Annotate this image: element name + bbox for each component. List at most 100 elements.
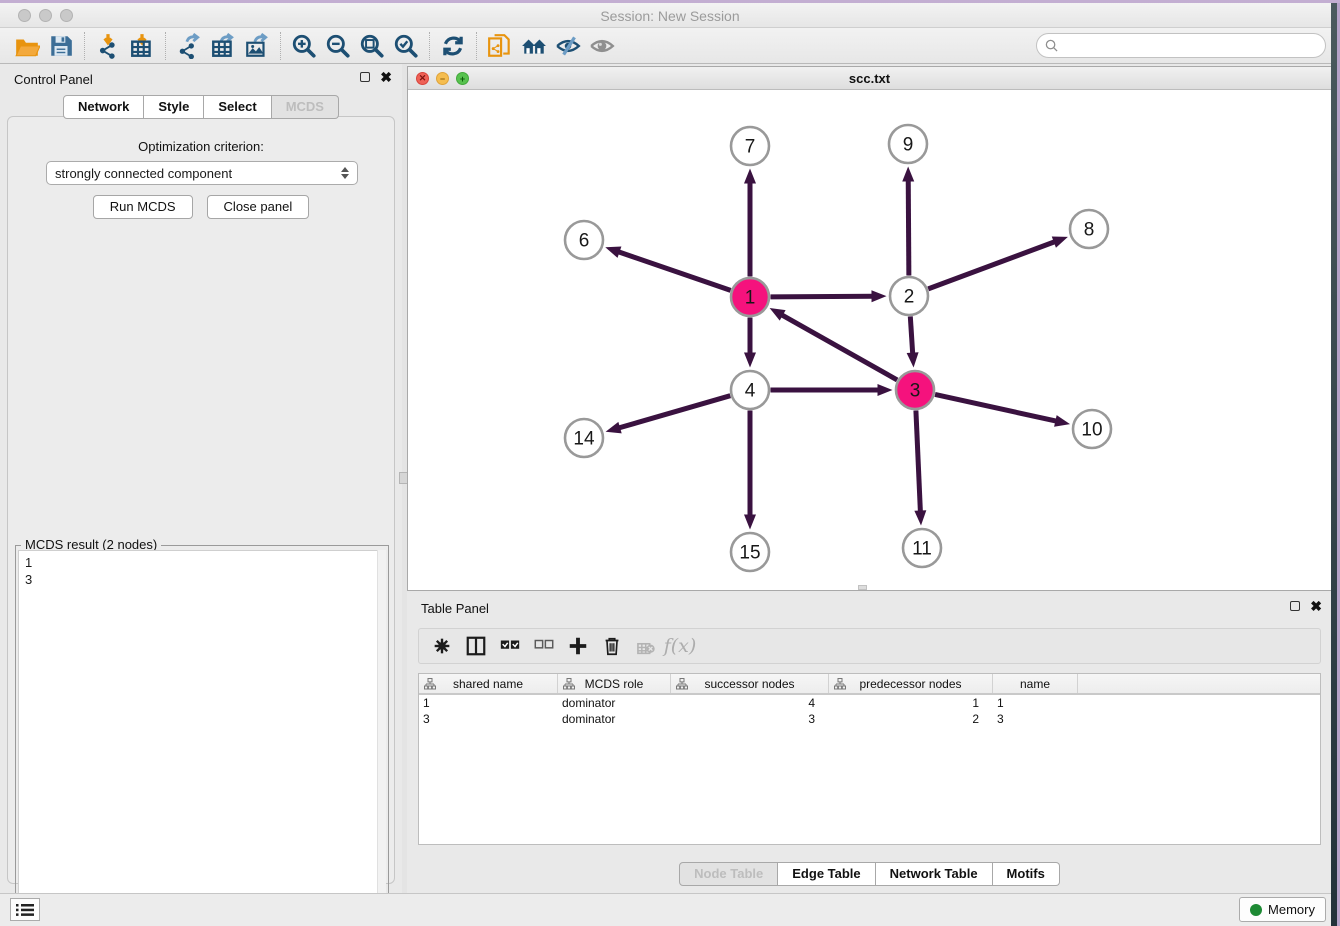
zoom-selected-icon[interactable] [389, 31, 423, 61]
svg-text:11: 11 [912, 539, 932, 560]
trash-icon[interactable] [597, 632, 627, 660]
export-image-icon[interactable] [240, 31, 274, 61]
graph-edge-1-2[interactable] [770, 290, 886, 302]
table-cell[interactable]: dominator [558, 695, 671, 711]
table-cell[interactable]: 3 [671, 711, 829, 727]
tab-edge-table[interactable]: Edge Table [778, 862, 875, 886]
graph-node-11[interactable]: 11 [903, 529, 941, 567]
graph-edge-4-14[interactable] [606, 396, 731, 434]
column-header-shared-name[interactable]: shared name [419, 674, 558, 693]
graph-edge-3-11[interactable] [914, 410, 926, 525]
graph-node-4[interactable]: 4 [731, 371, 769, 409]
column-header-successor-nodes[interactable]: successor nodes [671, 674, 829, 693]
graph-node-9[interactable]: 9 [889, 125, 927, 163]
table-row[interactable]: 1dominator411 [419, 695, 1320, 711]
graph-edge-4-15[interactable] [744, 411, 756, 530]
zoom-out-icon[interactable] [321, 31, 355, 61]
deselect-all-icon[interactable] [529, 632, 559, 660]
zoom-fit-icon[interactable] [355, 31, 389, 61]
graph-edge-3-10[interactable] [935, 394, 1070, 426]
export-network-icon[interactable] [172, 31, 206, 61]
graph-edge-3-1[interactable] [770, 308, 898, 380]
graph-node-15[interactable]: 15 [731, 533, 769, 571]
table-cell[interactable]: 3 [419, 711, 558, 727]
float-table-panel-icon[interactable] [1290, 601, 1300, 611]
task-history-button[interactable] [10, 898, 40, 921]
table-toolbar: f(x) [418, 628, 1321, 664]
graph-edge-2-3[interactable] [907, 316, 919, 367]
add-icon[interactable] [563, 632, 593, 660]
import-table-icon[interactable] [125, 31, 159, 61]
table-cell[interactable]: 2 [829, 711, 993, 727]
table-cell[interactable]: 4 [671, 695, 829, 711]
tab-network-table[interactable]: Network Table [876, 862, 993, 886]
graph-node-8[interactable]: 8 [1070, 210, 1108, 248]
graph-node-3[interactable]: 3 [896, 371, 934, 409]
memory-button[interactable]: Memory [1239, 897, 1326, 922]
function-icon: f(x) [665, 632, 695, 660]
tab-mcds[interactable]: MCDS [272, 95, 339, 119]
graph-edge-1-6[interactable] [605, 247, 730, 291]
canvas-scroll-handle[interactable] [858, 585, 867, 590]
clone-network-icon[interactable] [483, 31, 517, 61]
close-panel-button[interactable]: Close panel [207, 195, 310, 219]
graph-edge-1-4[interactable] [744, 318, 756, 368]
search-box[interactable] [1036, 33, 1326, 58]
gear-icon[interactable] [427, 632, 457, 660]
run-mcds-button[interactable]: Run MCDS [93, 195, 193, 219]
graph-node-1[interactable]: 1 [731, 278, 769, 316]
graph-node-6[interactable]: 6 [565, 221, 603, 259]
svg-text:7: 7 [745, 137, 756, 158]
select-all-icon[interactable] [495, 632, 525, 660]
float-panel-icon[interactable] [360, 72, 370, 82]
svg-text:2: 2 [904, 287, 915, 308]
column-header-MCDS-role[interactable]: MCDS role [558, 674, 671, 693]
tab-network[interactable]: Network [63, 95, 144, 119]
columns-icon[interactable] [461, 632, 491, 660]
show-eye-icon[interactable] [585, 31, 619, 61]
open-folder-icon[interactable] [10, 31, 44, 61]
refresh-layout-icon[interactable] [436, 31, 470, 61]
tab-motifs[interactable]: Motifs [993, 862, 1060, 886]
tab-select[interactable]: Select [204, 95, 271, 119]
tab-node-table[interactable]: Node Table [679, 862, 778, 886]
import-network-icon[interactable] [91, 31, 125, 61]
table-cell[interactable]: 1 [419, 695, 558, 711]
memory-label: Memory [1268, 902, 1315, 917]
control-panel: Control Panel ✖ NetworkStyleSelectMCDS O… [0, 64, 402, 893]
graph-edge-2-8[interactable] [928, 236, 1068, 288]
optimization-criterion-dropdown[interactable]: strongly connected component [46, 161, 358, 185]
export-table-icon[interactable] [206, 31, 240, 61]
search-input[interactable] [1063, 38, 1325, 53]
mcds-result-text[interactable]: 13 [18, 550, 386, 920]
column-header-predecessor-nodes[interactable]: predecessor nodes [829, 674, 993, 693]
tab-style[interactable]: Style [144, 95, 204, 119]
graph-edge-1-7[interactable] [744, 169, 756, 277]
table-cell[interactable]: dominator [558, 711, 671, 727]
network-view-window: ✕ − + scc.txt 7968124314101511 [407, 66, 1332, 591]
zoom-in-icon[interactable] [287, 31, 321, 61]
svg-text:9: 9 [903, 135, 914, 156]
result-scrollbar[interactable] [377, 550, 386, 920]
close-table-panel-icon[interactable]: ✖ [1310, 601, 1322, 611]
memory-status-dot [1250, 904, 1262, 916]
close-panel-icon[interactable]: ✖ [380, 72, 392, 82]
table-row[interactable]: 3dominator323 [419, 711, 1320, 727]
graph-node-7[interactable]: 7 [731, 127, 769, 165]
home-icon[interactable] [517, 31, 551, 61]
hide-eye-icon[interactable] [551, 31, 585, 61]
graph-node-10[interactable]: 10 [1073, 410, 1111, 448]
graph-node-2[interactable]: 2 [890, 277, 928, 315]
graph-node-14[interactable]: 14 [565, 419, 603, 457]
table-cell[interactable]: 1 [993, 695, 1078, 711]
network-canvas[interactable]: 7 9 6 8 1 2 4 3 14 10 15 11 [408, 90, 1331, 590]
list-icon [16, 903, 34, 917]
window-top-border [0, 0, 1340, 3]
toolbar-separator [165, 32, 166, 60]
graph-edge-4-3[interactable] [771, 384, 893, 396]
table-cell[interactable]: 3 [993, 711, 1078, 727]
graph-edge-2-9[interactable] [902, 166, 914, 275]
column-header-name[interactable]: name [993, 674, 1078, 693]
save-icon[interactable] [44, 31, 78, 61]
table-cell[interactable]: 1 [829, 695, 993, 711]
